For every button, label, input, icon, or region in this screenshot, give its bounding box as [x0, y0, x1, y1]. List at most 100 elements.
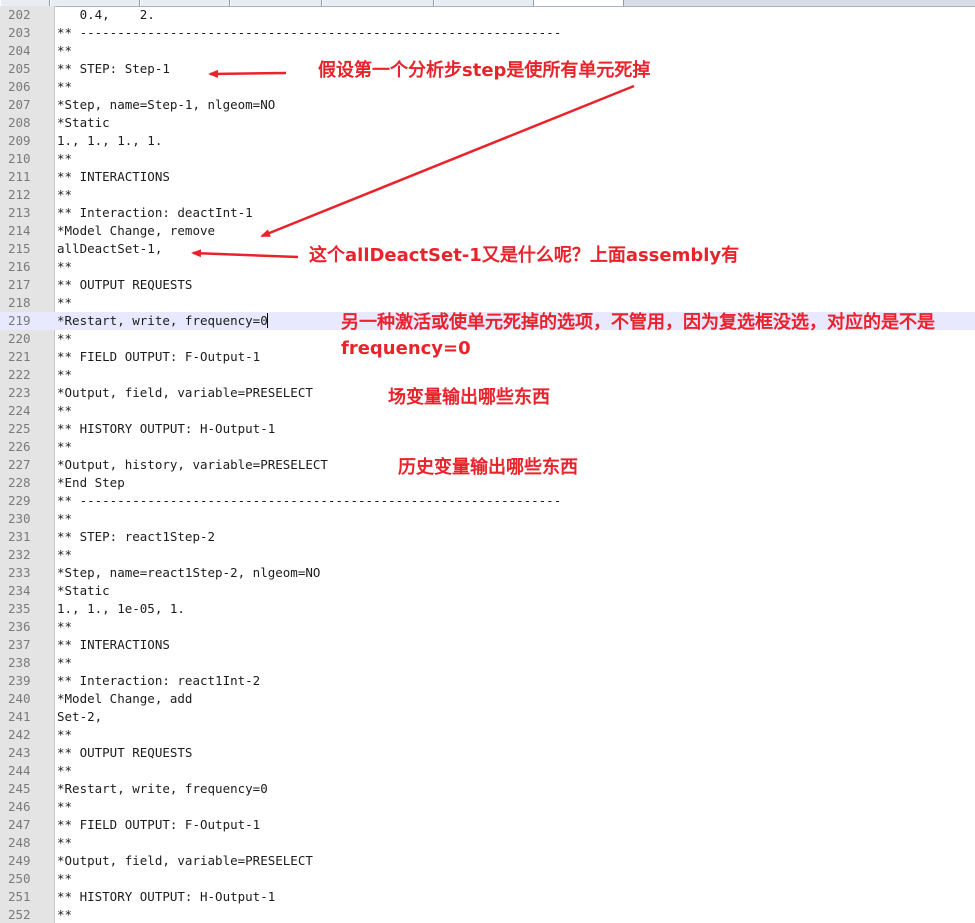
line-text: **	[57, 403, 73, 418]
code-line[interactable]: 248 **	[0, 834, 975, 852]
code-line[interactable]: 209 1., 1., 1., 1.	[0, 132, 975, 150]
line-text: *Static	[57, 115, 110, 130]
code-line[interactable]: 240 *Model Change, add	[0, 690, 975, 708]
code-line[interactable]: 245 *Restart, write, frequency=0	[0, 780, 975, 798]
line-number: 229	[8, 493, 31, 508]
line-number: 227	[8, 457, 31, 472]
code-line[interactable]: 225 ** HISTORY OUTPUT: H-Output-1	[0, 420, 975, 438]
line-text: *Output, history, variable=PRESELECT	[57, 457, 328, 472]
annotation-restart: 另一种激活或使单元死掉的选项，不管用，因为复选框没选，对应的是不是frequen…	[341, 312, 935, 359]
line-text: *Step, name=Step-1, nlgeom=NO	[57, 97, 276, 112]
line-text: ** INTERACTIONS	[57, 169, 170, 184]
line-number: 245	[8, 781, 31, 796]
line-text: **	[57, 835, 73, 850]
line-text: 0.4, 2.	[57, 7, 155, 22]
code-line[interactable]: 232 **	[0, 546, 975, 564]
code-line[interactable]: 236 **	[0, 618, 975, 636]
line-number: 234	[8, 583, 31, 598]
code-line[interactable]: 241 Set-2,	[0, 708, 975, 726]
line-number: 250	[8, 871, 31, 886]
code-line[interactable]: 251 ** HISTORY OUTPUT: H-Output-1	[0, 888, 975, 906]
line-text: *Restart, write, frequency=0	[57, 313, 268, 328]
code-line[interactable]: 246 **	[0, 798, 975, 816]
line-text: ** INTERACTIONS	[57, 637, 170, 652]
line-number: 215	[8, 241, 31, 256]
line-text: ** FIELD OUTPUT: F-Output-1	[57, 349, 261, 364]
line-number: 233	[8, 565, 31, 580]
line-text: ** Interaction: react1Int-2	[57, 673, 261, 688]
code-line[interactable]: 247 ** FIELD OUTPUT: F-Output-1	[0, 816, 975, 834]
line-number: 231	[8, 529, 31, 544]
code-line[interactable]: 233 *Step, name=react1Step-2, nlgeom=NO	[0, 564, 975, 582]
line-number: 207	[8, 97, 31, 112]
code-line[interactable]: 237 ** INTERACTIONS	[0, 636, 975, 654]
line-number: 232	[8, 547, 31, 562]
line-number: 208	[8, 115, 31, 130]
line-text: *Output, field, variable=PRESELECT	[57, 853, 313, 868]
line-text: ** STEP: react1Step-2	[57, 529, 216, 544]
line-number: 203	[8, 25, 31, 40]
code-line[interactable]: 231 ** STEP: react1Step-2	[0, 528, 975, 546]
line-text: *Model Change, remove	[57, 223, 216, 238]
annotation-history-output: 历史变量输出哪些东西	[398, 457, 578, 478]
code-line[interactable]: 208 *Static	[0, 114, 975, 132]
text-caret	[266, 313, 268, 328]
line-text: **	[57, 799, 73, 814]
code-line[interactable]: 204 **	[0, 42, 975, 60]
code-line[interactable]: 207 *Step, name=Step-1, nlgeom=NO	[0, 96, 975, 114]
code-line[interactable]: 229 ** ----------------------------------…	[0, 492, 975, 510]
code-line[interactable]: 239 ** Interaction: react1Int-2	[0, 672, 975, 690]
line-text: Set-2,	[57, 709, 103, 724]
code-line[interactable]: 210 **	[0, 150, 975, 168]
line-number: 224	[8, 403, 31, 418]
line-text: 1., 1., 1., 1.	[57, 133, 163, 148]
line-number: 241	[8, 709, 31, 724]
line-number: 222	[8, 367, 31, 382]
code-line[interactable]: 252 **	[0, 906, 975, 923]
line-number: 223	[8, 385, 31, 400]
code-line[interactable]: 242 **	[0, 726, 975, 744]
code-line[interactable]: 234 *Static	[0, 582, 975, 600]
line-text: ** OUTPUT REQUESTS	[57, 277, 193, 292]
line-number: 247	[8, 817, 31, 832]
line-number: 211	[8, 169, 31, 184]
code-line[interactable]: 212 **	[0, 186, 975, 204]
line-text: *End Step	[57, 475, 125, 490]
line-number: 243	[8, 745, 31, 760]
code-line[interactable]: 214 *Model Change, remove	[0, 222, 975, 240]
line-text: ** -------------------------------------…	[57, 493, 562, 508]
code-line[interactable]: 203 ** ----------------------------------…	[0, 24, 975, 42]
annotation-step: 假设第一个分析步step是使所有单元死掉	[318, 60, 651, 81]
line-text: **	[57, 151, 73, 166]
code-line[interactable]: 202 0.4, 2.	[0, 6, 975, 24]
line-text: **	[57, 727, 73, 742]
line-number: 218	[8, 295, 31, 310]
code-line[interactable]: 213 ** Interaction: deactInt-1	[0, 204, 975, 222]
annotation-field-output: 场变量输出哪些东西	[388, 387, 550, 408]
line-number: 213	[8, 205, 31, 220]
line-text: ** -------------------------------------…	[57, 25, 562, 40]
code-line[interactable]: 235 1., 1., 1e-05, 1.	[0, 600, 975, 618]
code-line[interactable]: 211 ** INTERACTIONS	[0, 168, 975, 186]
code-line[interactable]: 249 *Output, field, variable=PRESELECT	[0, 852, 975, 870]
line-number: 206	[8, 79, 31, 94]
line-number: 205	[8, 61, 31, 76]
line-text: **	[57, 187, 73, 202]
line-number: 246	[8, 799, 31, 814]
code-line[interactable]: 238 **	[0, 654, 975, 672]
code-line[interactable]: 217 ** OUTPUT REQUESTS	[0, 276, 975, 294]
code-line[interactable]: 250 **	[0, 870, 975, 888]
code-line[interactable]: 230 **	[0, 510, 975, 528]
code-line[interactable]: 222 **	[0, 366, 975, 384]
line-number: 244	[8, 763, 31, 778]
line-number: 217	[8, 277, 31, 292]
line-text: ** HISTORY OUTPUT: H-Output-1	[57, 889, 276, 904]
line-text: *Output, field, variable=PRESELECT	[57, 385, 313, 400]
code-line[interactable]: 244 **	[0, 762, 975, 780]
code-line[interactable]: 243 ** OUTPUT REQUESTS	[0, 744, 975, 762]
line-number: 240	[8, 691, 31, 706]
line-number: 204	[8, 43, 31, 58]
line-number: 238	[8, 655, 31, 670]
line-text: ** OUTPUT REQUESTS	[57, 745, 193, 760]
code-line[interactable]: 226 **	[0, 438, 975, 456]
